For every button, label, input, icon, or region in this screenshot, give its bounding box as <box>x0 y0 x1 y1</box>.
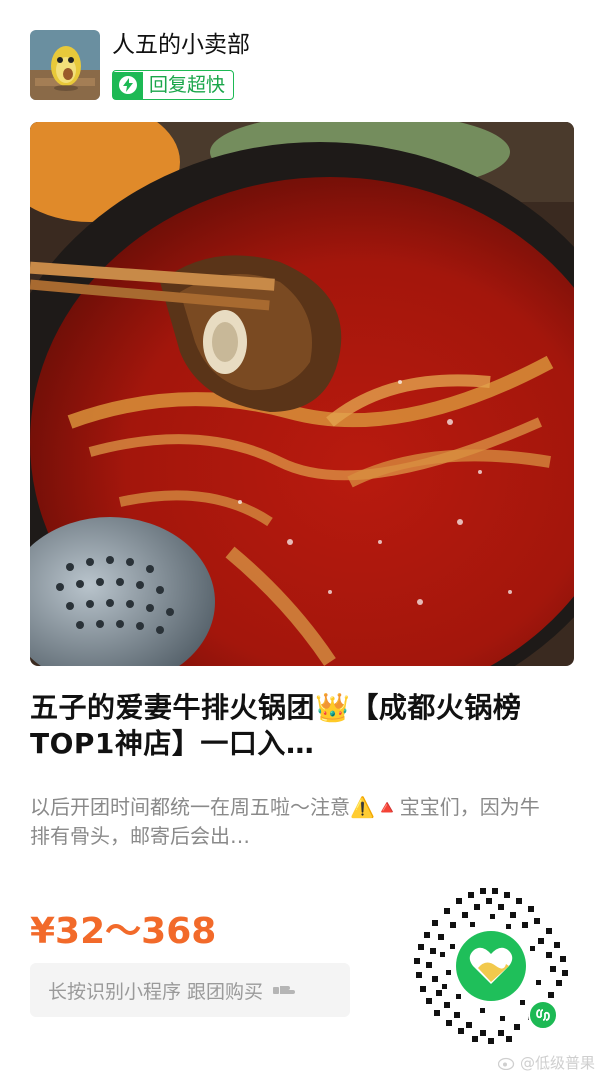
product-title[interactable]: 五子的爱妻牛排火锅团👑【成都火锅榜TOP1神店】一口入… <box>30 690 574 762</box>
fast-reply-label: 回复超快 <box>149 73 226 96</box>
product-description: 以后开团时间都统一在周五啦～注意⚠️🔺宝宝们，因为牛排有骨头，邮寄后会出… <box>30 795 540 848</box>
product-photo[interactable] <box>30 122 574 666</box>
long-press-hint-text: 长按识别小程序 跟团购买 <box>48 980 264 1003</box>
hotpot-photo <box>30 122 574 666</box>
shop-header: 人五的小卖部 回复超快 <box>30 30 574 100</box>
fast-reply-badge: 回复超快 <box>112 70 235 100</box>
avocado-avatar-icon <box>30 30 100 100</box>
product-price: ¥32～368 <box>30 911 217 952</box>
shop-name[interactable]: 人五的小卖部 <box>112 30 250 60</box>
weibo-watermark: @低级普果 <box>498 1052 595 1073</box>
mini-program-icon <box>528 1000 558 1030</box>
lightning-icon <box>113 71 143 99</box>
long-press-hint: 长按识别小程序 跟团购买 <box>30 963 350 1017</box>
shop-avatar[interactable] <box>30 30 100 100</box>
heart-mini-program-icon <box>452 927 530 1005</box>
watermark-text: @低级普果 <box>520 1054 596 1072</box>
weibo-icon <box>498 1057 515 1070</box>
pointing-hand-icon <box>273 983 296 997</box>
